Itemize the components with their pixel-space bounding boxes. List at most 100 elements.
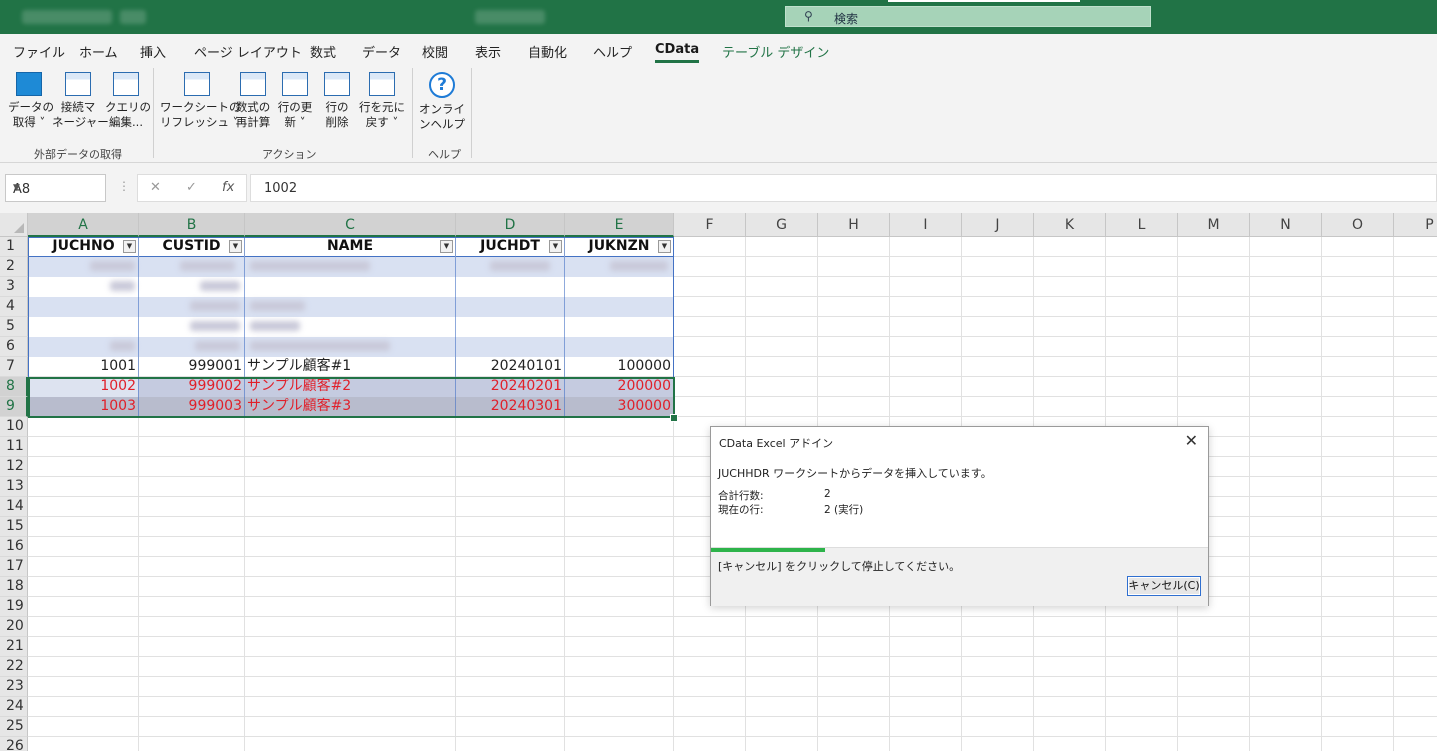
cell-a9[interactable]: 1003 bbox=[29, 397, 138, 417]
tab-help[interactable]: ヘルプ bbox=[593, 42, 632, 61]
column-header-l[interactable]: L bbox=[1106, 213, 1178, 237]
row-header-2[interactable]: 2 bbox=[0, 257, 28, 277]
filter-dropdown-icon[interactable]: ▼ bbox=[658, 240, 671, 253]
table-header-name[interactable]: NAME ▼ bbox=[245, 237, 455, 257]
column-header-c[interactable]: C bbox=[245, 213, 456, 237]
row-header-19[interactable]: 19 bbox=[0, 597, 28, 617]
column-header-n[interactable]: N bbox=[1250, 213, 1322, 237]
row-header-8[interactable]: 8 bbox=[0, 377, 28, 397]
cell-a7[interactable]: 1001 bbox=[29, 357, 138, 377]
column-header-f[interactable]: F bbox=[674, 213, 746, 237]
row-header-24[interactable]: 24 bbox=[0, 697, 28, 717]
online-help-button[interactable]: ? オンライ ンヘルプ bbox=[419, 70, 465, 132]
cell-c9[interactable]: サンプル顧客#3 bbox=[245, 397, 455, 417]
select-all-corner[interactable] bbox=[0, 213, 28, 237]
cancel-button[interactable]: キャンセル(C) bbox=[1127, 576, 1201, 596]
more-icon[interactable]: ⋮ bbox=[118, 179, 130, 193]
cell-d8[interactable]: 20240201 bbox=[456, 377, 564, 397]
tab-home[interactable]: ホーム bbox=[79, 42, 118, 61]
cell-b8[interactable]: 999002 bbox=[139, 377, 244, 397]
connection-manager-button[interactable]: 接続マ ネージャー bbox=[52, 70, 109, 130]
column-header-d[interactable]: D bbox=[456, 213, 565, 237]
tab-formulas[interactable]: 数式 bbox=[310, 42, 336, 61]
row-header-14[interactable]: 14 bbox=[0, 497, 28, 517]
column-header-g[interactable]: G bbox=[746, 213, 818, 237]
row-header-12[interactable]: 12 bbox=[0, 457, 28, 477]
row-header-25[interactable]: 25 bbox=[0, 717, 28, 737]
column-header-m[interactable]: M bbox=[1178, 213, 1250, 237]
cell-c7[interactable]: サンプル顧客#1 bbox=[245, 357, 455, 377]
filter-dropdown-icon[interactable]: ▼ bbox=[549, 240, 562, 253]
row-header-6[interactable]: 6 bbox=[0, 337, 28, 357]
cell-d9[interactable]: 20240301 bbox=[456, 397, 564, 417]
column-header-b[interactable]: B bbox=[139, 213, 245, 237]
update-rows-button[interactable]: 行の更 新 ˅ bbox=[276, 70, 314, 130]
column-header-o[interactable]: O bbox=[1322, 213, 1394, 237]
tab-page-layout[interactable]: ページ レイアウト bbox=[194, 42, 302, 61]
cell-d7[interactable]: 20240101 bbox=[456, 357, 564, 377]
row-header-4[interactable]: 4 bbox=[0, 297, 28, 317]
column-header-a[interactable]: A bbox=[28, 213, 139, 237]
row-header-13[interactable]: 13 bbox=[0, 477, 28, 497]
row-header-16[interactable]: 16 bbox=[0, 537, 28, 557]
row-header-9[interactable]: 9 bbox=[0, 397, 28, 417]
refresh-worksheet-button[interactable]: ワークシートの リフレッシュ ˅ bbox=[160, 70, 241, 130]
row-header-10[interactable]: 10 bbox=[0, 417, 28, 437]
insert-function-icon[interactable]: fx bbox=[222, 180, 234, 195]
cell-e7[interactable]: 100000 bbox=[565, 357, 673, 377]
cell-e9[interactable]: 300000 bbox=[565, 397, 673, 417]
column-header-j[interactable]: J bbox=[962, 213, 1034, 237]
fill-handle[interactable] bbox=[670, 414, 678, 422]
row-header-15[interactable]: 15 bbox=[0, 517, 28, 537]
row-header-11[interactable]: 11 bbox=[0, 437, 28, 457]
row-header-1[interactable]: 1 bbox=[0, 237, 28, 257]
confirm-edit-icon[interactable]: ✓ bbox=[186, 180, 197, 195]
table-header-juchno[interactable]: JUCHNO ▼ bbox=[29, 237, 138, 257]
table-header-jukn[interactable]: JUKNZN ▼ bbox=[565, 237, 673, 257]
delete-rows-button[interactable]: 行の 削除 bbox=[318, 70, 356, 130]
row-header-20[interactable]: 20 bbox=[0, 617, 28, 637]
filter-dropdown-icon[interactable]: ▼ bbox=[229, 240, 242, 253]
column-header-i[interactable]: I bbox=[890, 213, 962, 237]
edit-query-button[interactable]: クエリの 編集... bbox=[105, 70, 151, 130]
tab-table-design[interactable]: テーブル デザイン bbox=[722, 42, 829, 61]
formula-input[interactable]: 1002 bbox=[250, 174, 1437, 202]
column-header-k[interactable]: K bbox=[1034, 213, 1106, 237]
recalculate-button[interactable]: 数式の 再計算 bbox=[234, 70, 272, 130]
search-box[interactable]: ⚲ 検索 bbox=[785, 6, 1151, 27]
row-header-23[interactable]: 23 bbox=[0, 677, 28, 697]
row-header-17[interactable]: 17 bbox=[0, 557, 28, 577]
row-header-5[interactable]: 5 bbox=[0, 317, 28, 337]
cancel-edit-icon[interactable]: ✕ bbox=[150, 180, 161, 195]
close-icon[interactable]: ✕ bbox=[1185, 431, 1198, 450]
tab-data[interactable]: データ bbox=[362, 42, 401, 61]
tab-cdata[interactable]: CData bbox=[655, 42, 700, 63]
cell-e8[interactable]: 200000 bbox=[565, 377, 673, 397]
chevron-down-icon[interactable]: ▼ bbox=[13, 183, 99, 193]
revert-rows-button[interactable]: 行を元に 戻す ˅ bbox=[358, 70, 406, 130]
tab-view[interactable]: 表示 bbox=[475, 42, 501, 61]
row-header-7[interactable]: 7 bbox=[0, 357, 28, 377]
row-header-22[interactable]: 22 bbox=[0, 657, 28, 677]
row-header-18[interactable]: 18 bbox=[0, 577, 28, 597]
tab-insert[interactable]: 挿入 bbox=[140, 42, 166, 61]
cell-b7[interactable]: 999001 bbox=[139, 357, 244, 377]
cell-b9[interactable]: 999003 bbox=[139, 397, 244, 417]
name-box[interactable]: A8 ▼ bbox=[5, 174, 106, 202]
table-header-juchdt[interactable]: JUCHDT ▼ bbox=[456, 237, 564, 257]
tab-automate[interactable]: 自動化 bbox=[528, 42, 567, 61]
cell-a8[interactable]: 1002 bbox=[29, 377, 138, 397]
column-header-h[interactable]: H bbox=[818, 213, 890, 237]
get-data-button[interactable]: データの 取得 ˅ bbox=[8, 70, 54, 130]
column-header-p[interactable]: P bbox=[1394, 213, 1437, 237]
filter-dropdown-icon[interactable]: ▼ bbox=[123, 240, 136, 253]
tab-file[interactable]: ファイル bbox=[13, 42, 65, 61]
cell-c8[interactable]: サンプル顧客#2 bbox=[245, 377, 455, 397]
row-header-3[interactable]: 3 bbox=[0, 277, 28, 297]
tab-review[interactable]: 校閲 bbox=[422, 42, 448, 61]
table-header-custid[interactable]: CUSTID ▼ bbox=[139, 237, 244, 257]
row-header-21[interactable]: 21 bbox=[0, 637, 28, 657]
column-header-e[interactable]: E bbox=[565, 213, 674, 237]
filter-dropdown-icon[interactable]: ▼ bbox=[440, 240, 453, 253]
row-header-26[interactable]: 26 bbox=[0, 737, 28, 751]
